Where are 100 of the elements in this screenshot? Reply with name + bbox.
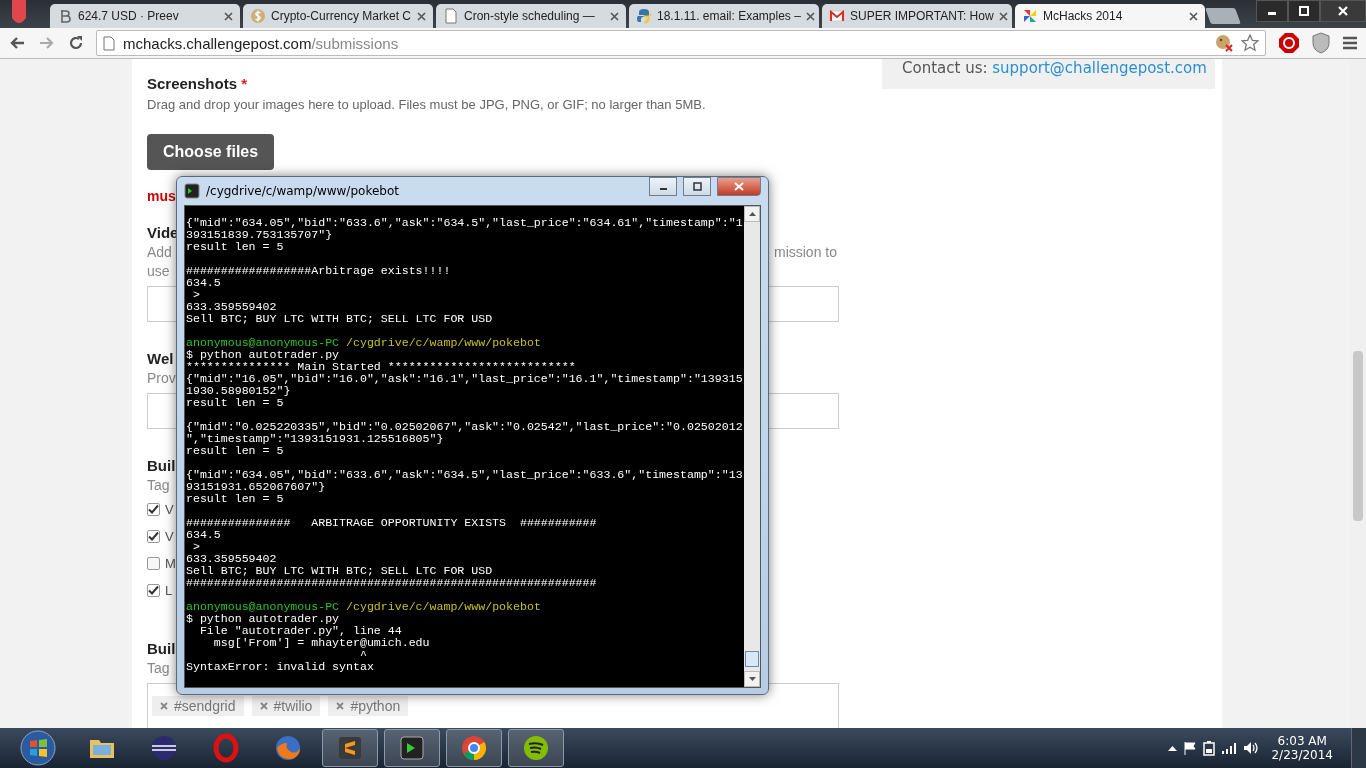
flag-icon[interactable] bbox=[1183, 741, 1198, 755]
option-label: V bbox=[165, 502, 174, 517]
terminal-line: 633.359559402 bbox=[186, 553, 278, 565]
cookie-icon[interactable] bbox=[1215, 34, 1233, 52]
terminal-line: File "autotrader.py", line 44 bbox=[198, 625, 403, 637]
checkbox[interactable] bbox=[147, 584, 160, 597]
browser-tab[interactable]: Crypto-Currency Market C bbox=[243, 4, 433, 28]
terminal-line: $ python autotrader.py bbox=[186, 613, 341, 625]
terminal-line: > bbox=[191, 289, 201, 301]
close-icon[interactable] bbox=[998, 11, 1008, 21]
terminal-line: {"mid":"0.025220335","bid":"0.02502067","ask":"0.02542","last_price":"0.02502012 bbox=[186, 421, 744, 433]
terminal-line: result len = 5 bbox=[186, 397, 285, 409]
tag-chip[interactable]: #python bbox=[328, 696, 409, 716]
remove-icon[interactable] bbox=[259, 702, 268, 710]
sound-waves-icon bbox=[521, 733, 551, 763]
dollar-icon bbox=[250, 8, 266, 24]
terminal-line: ^ bbox=[358, 649, 368, 661]
close-icon bbox=[1338, 6, 1348, 16]
hint-text: Drag and drop your images here to upload. Files must be JPG, PNG, or GIF; no larger than 5MB. bbox=[147, 97, 707, 112]
tab-title: 18.1.11. email: Examples – bbox=[657, 9, 801, 23]
checkbox[interactable] bbox=[147, 557, 160, 570]
hint-text: Add bbox=[147, 244, 172, 262]
tab-title: McHacks 2014 bbox=[1043, 9, 1124, 23]
mail-icon bbox=[829, 8, 845, 24]
tab-title: Crypto-Currency Market C bbox=[271, 9, 412, 23]
back-icon[interactable] bbox=[8, 35, 26, 51]
terminal-icon bbox=[397, 733, 427, 763]
terminal-icon bbox=[184, 183, 200, 199]
maximize-button[interactable] bbox=[1288, 0, 1320, 22]
hint-text: Prov bbox=[147, 370, 176, 386]
reload-icon[interactable] bbox=[68, 35, 84, 51]
browser-tab[interactable]: SUPER IMPORTANT: How bbox=[822, 4, 1012, 28]
url-host: mchacks.challengepost.com bbox=[123, 34, 312, 52]
section-title: Screenshots bbox=[147, 75, 238, 92]
error-text: mus bbox=[147, 188, 176, 206]
close-icon[interactable] bbox=[805, 11, 815, 21]
close-button[interactable] bbox=[1320, 0, 1366, 22]
taskbar-app[interactable] bbox=[508, 729, 564, 767]
terminal-line: ############### ARBITRAGE OPPORTUNITY EXISTS ########### bbox=[186, 517, 598, 529]
browser-tab[interactable]: Cron-style scheduling — bbox=[436, 4, 626, 28]
new-tab-button[interactable] bbox=[1205, 8, 1241, 24]
close-button[interactable] bbox=[717, 177, 761, 196]
start-button[interactable] bbox=[20, 730, 56, 766]
option-label: M bbox=[165, 556, 176, 571]
tag-chip[interactable]: #sendgrid bbox=[152, 696, 244, 716]
section-title: Buil bbox=[147, 457, 176, 476]
menu-icon[interactable] bbox=[1342, 36, 1358, 50]
taskbar-app[interactable] bbox=[322, 729, 378, 767]
tag-chip[interactable]: #twilio bbox=[251, 696, 321, 716]
hint-text: use bbox=[147, 263, 170, 279]
scroll-up-icon[interactable] bbox=[748, 212, 756, 216]
checkbox[interactable] bbox=[147, 503, 160, 516]
terminal-line: $ python autotrader.py bbox=[186, 349, 341, 361]
taskbar-app[interactable] bbox=[446, 729, 502, 767]
close-icon bbox=[734, 182, 744, 191]
prompt-path: /cygdrive/c/wamp/www/pokebot bbox=[346, 600, 541, 613]
browser-tab[interactable]: 624.7 USD · Preev bbox=[50, 4, 240, 28]
clock-time: 6:03 AM bbox=[1277, 734, 1327, 748]
clock[interactable]: 6:03 AM 2/23/2014 bbox=[1271, 734, 1333, 762]
signal-icon[interactable] bbox=[1221, 742, 1238, 754]
close-icon[interactable] bbox=[1189, 11, 1198, 21]
scroll-down-icon[interactable] bbox=[748, 677, 756, 681]
pinwheel-icon bbox=[1022, 8, 1038, 24]
remove-icon[interactable] bbox=[160, 702, 168, 710]
terminal-line: *************** Main Started *************************** bbox=[186, 361, 577, 373]
star-icon[interactable] bbox=[1241, 34, 1259, 52]
close-icon[interactable] bbox=[417, 11, 426, 21]
section-title: Buil bbox=[147, 640, 176, 659]
window-title: /cygdrive/c/wamp/www/pokebot bbox=[206, 184, 399, 198]
terminal-line: result len = 5 bbox=[186, 445, 285, 457]
taskbar-app[interactable] bbox=[384, 729, 440, 767]
url-path: /submissions bbox=[311, 34, 399, 52]
checkbox[interactable] bbox=[147, 530, 160, 543]
minimize-button[interactable] bbox=[1256, 0, 1288, 22]
browser-tab[interactable]: 18.1.11. email: Examples – bbox=[629, 4, 819, 28]
contact-label: Contact us: bbox=[902, 59, 989, 77]
python-icon bbox=[636, 8, 652, 24]
scrollbar[interactable] bbox=[744, 206, 760, 687]
volume-icon[interactable] bbox=[1243, 741, 1260, 755]
battery-icon[interactable] bbox=[1203, 740, 1216, 756]
remove-icon[interactable] bbox=[336, 702, 345, 710]
close-icon[interactable] bbox=[224, 11, 233, 21]
address-bar[interactable]: mchacks.challengepost.com/submissions bbox=[96, 30, 1266, 56]
stop-sign-icon[interactable] bbox=[1278, 32, 1300, 54]
terminal-line: 1930.58980152"} bbox=[186, 385, 292, 397]
scroll-thumb[interactable] bbox=[745, 651, 759, 667]
tab-title: Cron-style scheduling — bbox=[464, 9, 596, 23]
close-icon[interactable] bbox=[610, 11, 619, 21]
required-mark: * bbox=[241, 75, 248, 92]
option-label: V bbox=[165, 529, 174, 544]
show-hidden-icons[interactable] bbox=[1168, 745, 1178, 751]
browser-tab[interactable]: McHacks 2014 bbox=[1015, 4, 1205, 28]
terminal-line: ##################Arbitrage exists!!!! bbox=[186, 265, 452, 277]
terminal-line: 633.359559402 bbox=[186, 301, 278, 313]
choose-files-button[interactable]: Choose files bbox=[147, 134, 275, 170]
minimize-button[interactable] bbox=[649, 177, 677, 196]
prompt-user: anonymous@anonymous-PC bbox=[186, 336, 340, 349]
terminal-line: ","timestamp":"1393151931.125516805"} bbox=[186, 433, 445, 445]
shield-icon[interactable] bbox=[1312, 32, 1330, 54]
clock-date: 2/23/2014 bbox=[1271, 748, 1333, 762]
